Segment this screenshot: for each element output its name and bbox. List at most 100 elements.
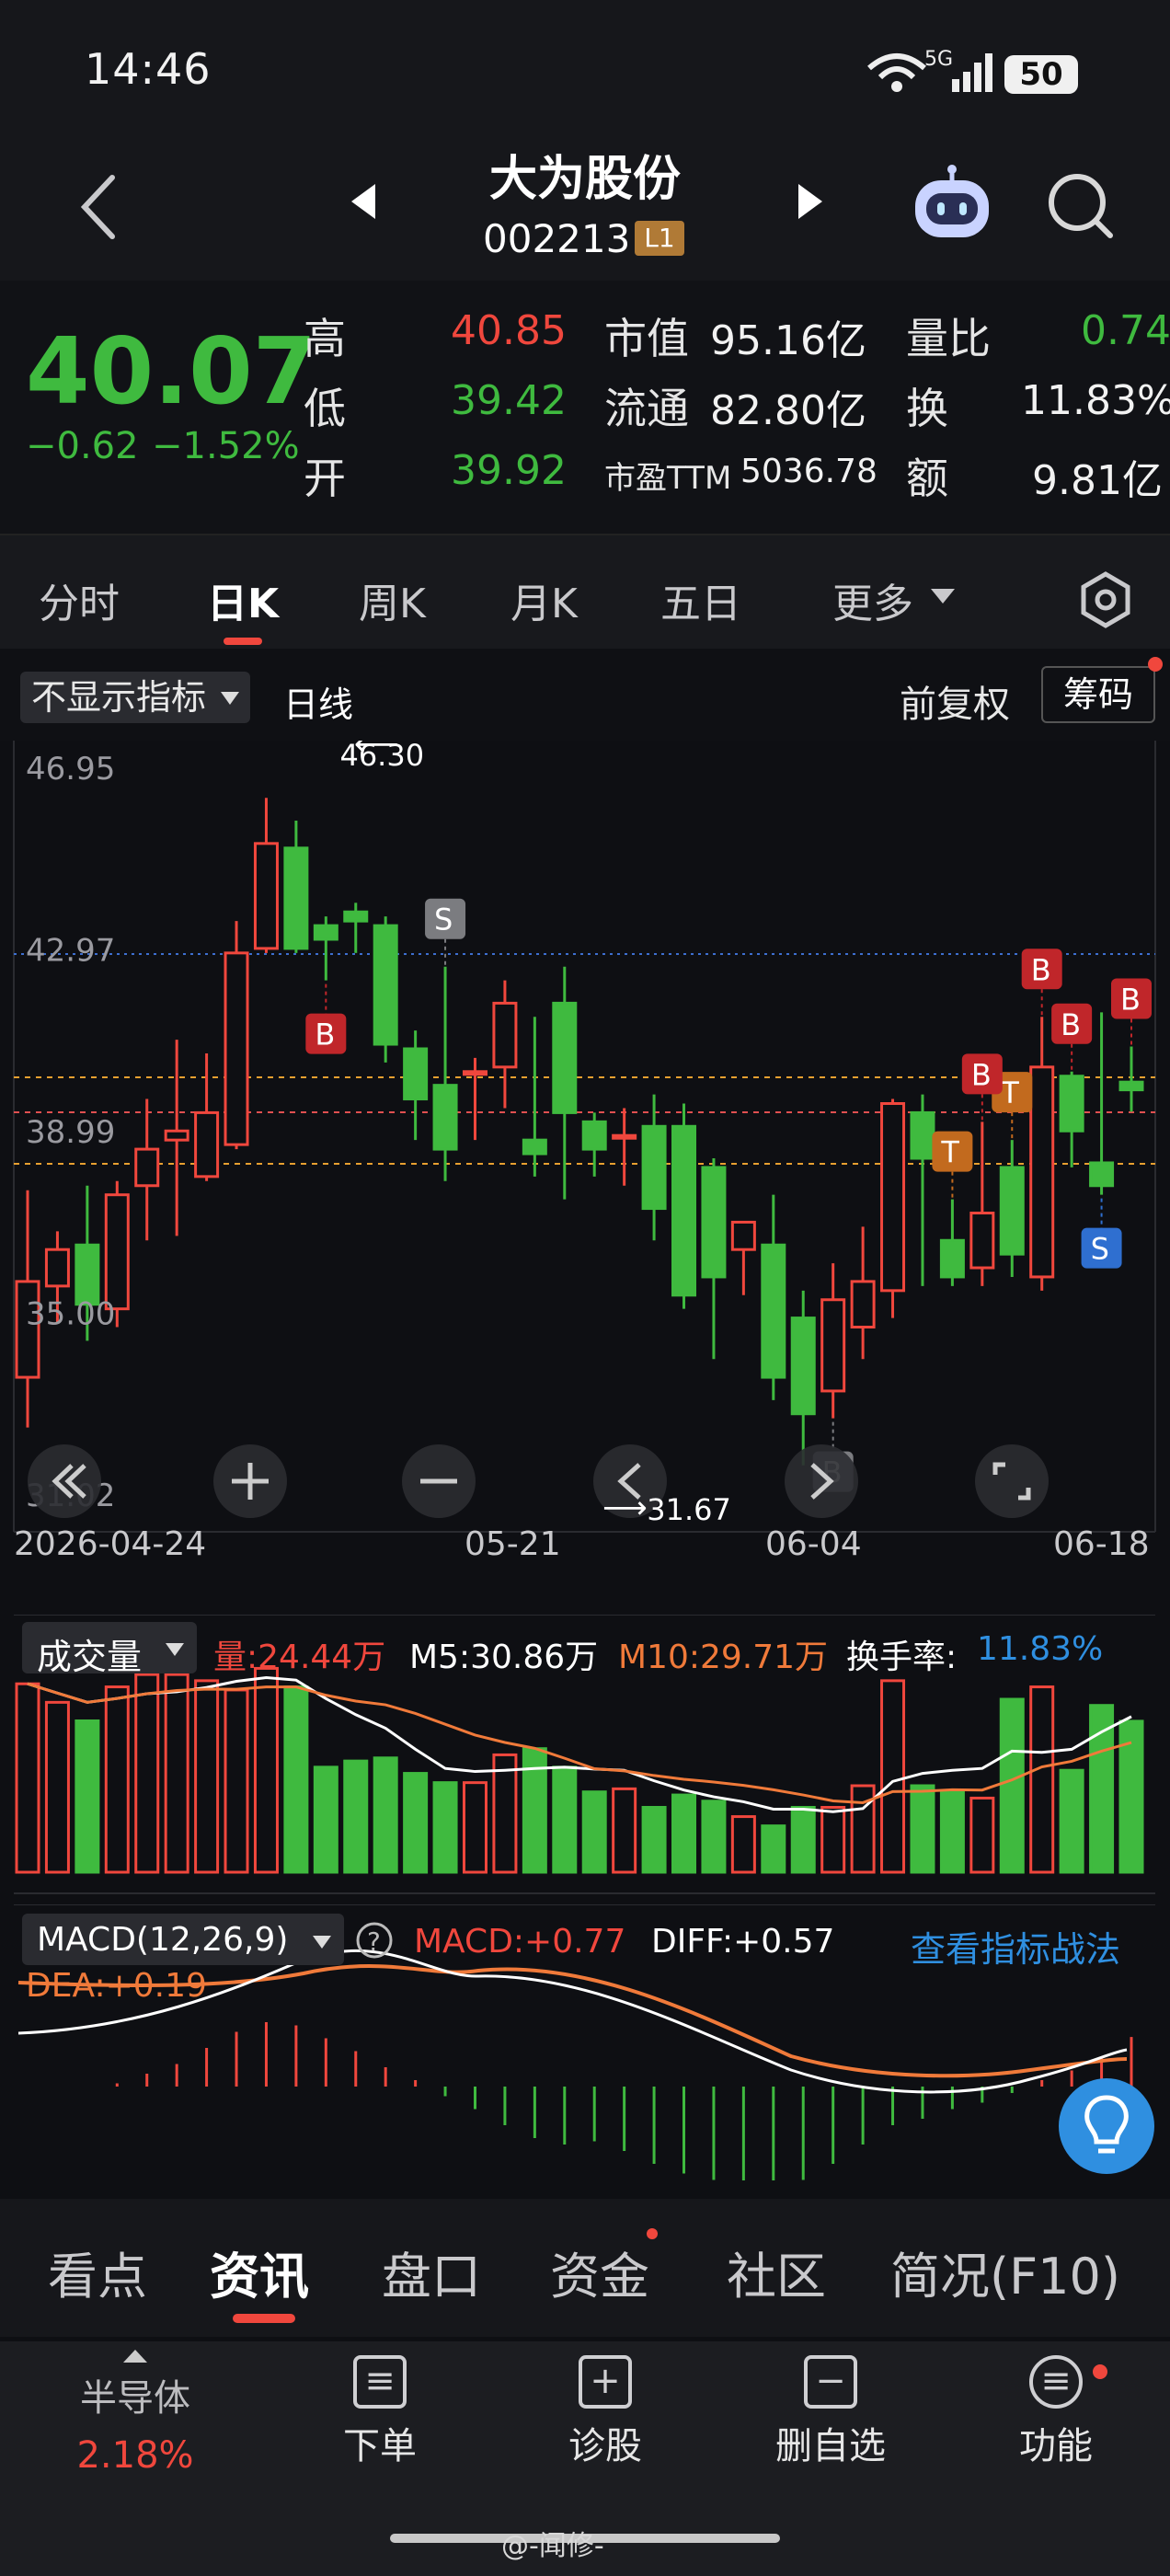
remove-watchlist-button[interactable]: − 删自选 [757,2355,904,2469]
volume-bar [343,1759,369,1874]
sector-change: 2.18% [76,2434,194,2477]
volume-bar [701,1800,727,1874]
volume-bar [462,1781,488,1874]
volume-bar [313,1765,338,1874]
volume-bar [253,1666,279,1874]
tab-news[interactable]: 资讯 [210,2236,309,2308]
level-badge: L1 [635,221,684,256]
scroll-start-button[interactable] [28,1444,101,1518]
functions-label: 功能 [1019,2425,1093,2467]
signal-badge-label: T [940,1135,959,1170]
volume-bar [641,1806,667,1874]
price-change-pct: −1.52% [152,425,300,467]
candle [224,921,249,1150]
stock-code: 002213 [483,216,631,261]
tab-five-day[interactable]: 五日 [660,570,741,629]
volratio-value: 0.74 [1081,307,1170,354]
x-tick-end: 06-18 [1053,1525,1150,1563]
diagnose-icon: + [579,2355,632,2409]
fullscreen-button[interactable] [975,1444,1049,1518]
volume-bar [612,1787,637,1874]
volume-bar [492,1753,518,1874]
place-order-label: 下单 [343,2425,417,2467]
turnover-label: 换 [906,384,948,433]
volratio-label: 量比 [906,314,991,363]
volume-m10: M10:29.71万 [618,1639,829,1676]
tab-intraday[interactable]: 分时 [39,570,120,629]
mktcap-value: 95.16亿 [710,317,866,364]
volume-m5: M5:30.86万 [409,1639,599,1676]
volume-bar [134,1673,160,1874]
volume-selector-label: 成交量 [37,1637,143,1677]
candle [880,1098,906,1318]
indicator-select-label: 不显示指标 [31,677,207,718]
chevron-down-icon [313,1936,331,1949]
turnover-rate-value: 11.83% [977,1630,1104,1668]
volume-value: 量:24.44万 [213,1639,386,1676]
kline-chart[interactable]: SBBTTBBBSB 46.9542.9738.9935.0031.02 ⟵ ⟶… [0,741,1170,1661]
indicator-select[interactable]: 不显示指标 [20,672,250,723]
chevron-down-icon [166,1643,184,1656]
tab-underline [224,638,262,645]
y-tick-label: 42.97 [26,932,115,969]
pe-label: 市盈TTM [604,460,732,497]
low-price-note: 31.67 [647,1492,731,1527]
period-tabs [0,534,1170,649]
signal-badge-label: S [1091,1232,1109,1267]
volume-bar [790,1806,816,1874]
lightbulb-icon[interactable] [1056,2076,1157,2177]
tab-f10[interactable]: 简况(F10) [890,2236,1120,2308]
amount-value: 9.81亿 [1032,457,1163,504]
remove-watchlist-label: 删自选 [775,2425,886,2467]
high-price-note: 46.30 [339,741,424,773]
info-tab-underline [233,2314,295,2323]
volume-bar [820,1806,846,1874]
menu-icon: ≡ [1029,2355,1083,2409]
volume-bar [671,1793,697,1874]
diagnose-button[interactable]: + 诊股 [532,2355,679,2469]
signal-badge-label: B [1031,952,1051,987]
zoom-in-button[interactable] [213,1444,287,1518]
tab-daily-k[interactable]: 日K [207,570,279,629]
search-icon[interactable] [1044,169,1118,243]
float-label: 流通 [604,384,689,433]
high-label: 高 [304,314,346,363]
indicator-strategy-link[interactable]: 查看指标战法 [911,1921,1120,1972]
volume-bar [1059,1768,1084,1874]
tab-weekly-k[interactable]: 周K [359,570,426,629]
volume-bar [730,1815,756,1874]
tab-monthly-k[interactable]: 月K [510,570,578,629]
pe-value: 5036.78 [740,453,878,490]
robot-assistant-icon[interactable] [906,164,998,247]
place-order-button[interactable]: ≡ 下单 [306,2355,453,2469]
scroll-right-button[interactable] [785,1444,858,1518]
tab-capital[interactable]: 资金 [550,2236,649,2308]
signal-badge-label: B [315,1018,335,1052]
chips-button[interactable]: 筹码 [1041,666,1155,723]
functions-button[interactable]: ≡ 功能 [982,2355,1130,2469]
tab-order-book[interactable]: 盘口 [382,2236,481,2308]
float-value: 82.80亿 [710,387,866,434]
volume-bar [761,1824,786,1874]
volume-bar [910,1784,935,1874]
volume-bar [581,1790,607,1874]
x-tick-start: 2026-04-24 [14,1525,207,1563]
tab-community[interactable]: 社区 [727,2236,826,2308]
tab-highlights[interactable]: 看点 [48,2236,147,2308]
help-icon[interactable]: ? [355,1921,394,1960]
volume-bar [432,1781,458,1874]
signal-badge-label: B [1061,1007,1081,1042]
volume-bar [283,1685,309,1874]
watermark-text: @-闻修- [501,2530,604,2562]
adjust-button[interactable]: 前复权 [900,674,1010,728]
zoom-out-button[interactable] [402,1444,476,1518]
notification-dot [1093,2364,1107,2379]
tab-more[interactable]: 更多 [832,570,913,629]
settings-icon[interactable] [1076,570,1135,629]
y-tick-label: 35.00 [26,1296,115,1333]
diagnose-label: 诊股 [568,2425,642,2467]
volume-bar [969,1796,995,1874]
sector-widget[interactable]: 半导体 2.18% [57,2348,213,2477]
turnover-rate-label: 换手率: [846,1639,958,1676]
chevron-up-icon [123,2350,147,2363]
